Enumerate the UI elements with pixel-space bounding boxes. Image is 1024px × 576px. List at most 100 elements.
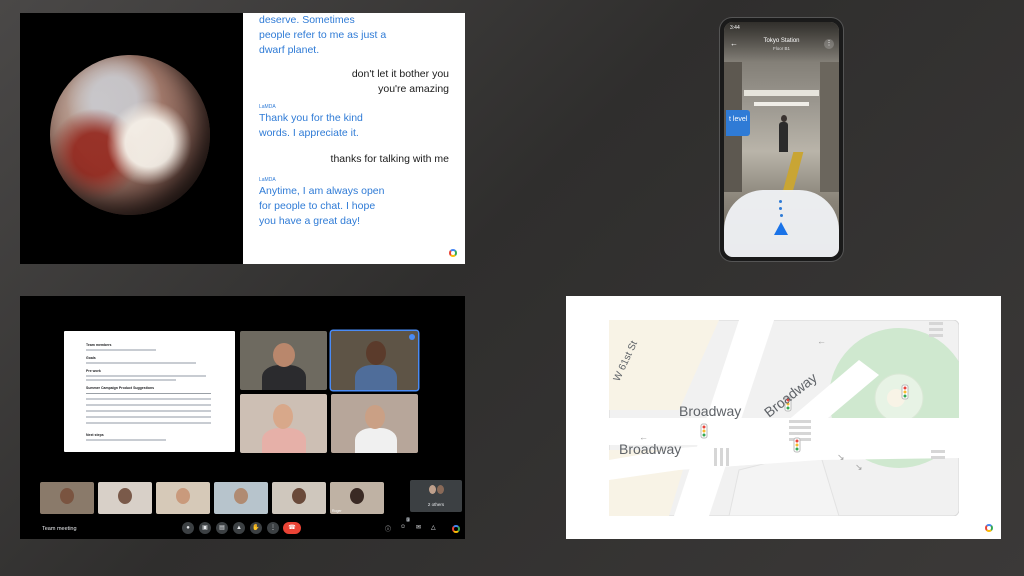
status-time: 3:44 [730,25,740,31]
arrow-right-icon: ↘ [855,462,863,472]
video-tile[interactable] [240,394,327,453]
level-card[interactable]: t level [726,110,750,136]
doc-heading: Next steps [86,433,104,437]
table-row [86,404,211,406]
end-call-button[interactable]: ☎ [283,522,301,534]
video-tile[interactable] [240,331,327,390]
street-label-broadway: Broadway [619,441,681,457]
doc-heading: Team members [86,343,112,347]
station-title: Tokyo Station [763,38,800,44]
camera-icon[interactable]: ▣ [199,522,211,534]
phone-live-view: 3:44 ← Tokyo Station Floor B1 ⋮ t level [720,18,843,261]
participant-face [234,488,248,504]
map-panel: ← ← ↘ ↘ W 61st St Broadway Broadway Broa… [566,296,1001,539]
more-options-icon[interactable]: ⋮ [267,522,279,534]
traffic-light-icon [700,423,708,439]
filmstrip-tile[interactable] [40,482,94,514]
filmstrip-tile[interactable] [156,482,210,514]
filmstrip-tile[interactable] [214,482,268,514]
participant-face [273,404,293,429]
chat-message-bot: Thank you for the kind words. I apprecia… [259,111,363,141]
doc-line [86,375,206,377]
avatar [429,485,436,494]
video-tile[interactable] [331,394,418,453]
more-vert-icon[interactable]: ⋮ [824,39,834,49]
others-tile[interactable]: 2 others [410,480,462,512]
street-map: ← ← ↘ ↘ W 61st St Broadway Broadway Broa… [609,320,959,516]
hand-icon[interactable]: ✋ [250,522,262,534]
chat-line: words. I appreciate it. [259,127,359,139]
shared-document: Team members Goals Pre work Summer Campa… [64,331,235,452]
doc-line [86,379,176,381]
participant-name: Roger [332,509,342,513]
table-row [86,422,211,424]
doc-heading: Pre work [86,369,101,373]
participant-body [262,428,306,453]
filmstrip-tile[interactable] [272,482,326,514]
google-logo-icon [985,524,993,532]
table-row [86,398,211,400]
participant-face [350,488,364,504]
pluto-planet-image [50,55,210,215]
floor-label: Floor B1 [772,46,790,51]
doc-line [86,439,166,441]
meet-call-panel: Team members Goals Pre work Summer Campa… [20,296,465,539]
participant-face [366,341,386,365]
chat-transcript: deserve. Sometimes people refer to me as… [243,13,465,264]
arrow-right-icon: ↘ [837,452,845,462]
participant-face [292,488,306,504]
filmstrip-tile[interactable] [98,482,152,514]
ceiling-light [754,102,809,106]
ceiling-light [744,90,819,96]
participant-face [365,405,385,429]
speaker-label: LaMDA [259,177,276,183]
google-logo-icon [452,525,460,533]
participant-body [355,365,397,390]
traffic-light-icon [793,437,801,453]
doc-heading: Goals [86,356,96,360]
chat-line: dwarf planet. [259,44,320,56]
navigation-arrow-icon [774,222,788,235]
pedestrian-head [781,115,787,122]
meeting-name: Team meeting [42,526,77,532]
pillar [820,62,839,192]
video-tile-active[interactable] [331,331,418,390]
traffic-light-icon [901,384,909,400]
table-border [86,393,211,394]
present-icon[interactable]: ▲ [233,522,245,534]
info-icon[interactable]: ⓘ [385,524,391,533]
filmstrip-tile[interactable]: Roger [330,482,384,514]
chat-line: for people to chat. I hope [259,200,376,212]
chat-icon[interactable]: ✉ [416,524,421,531]
participant-face [273,343,295,367]
doc-heading: Summer Campaign Product Suggestions [86,386,155,390]
chat-line: people refer to me as just a [259,29,387,41]
pedestrian [779,122,788,152]
chat-line: deserve. Sometimes [259,14,355,26]
participant-face [60,488,74,504]
others-count: 2 others [427,502,445,507]
arrow-left-icon: ← [817,336,826,346]
path-dot [780,214,783,217]
captions-icon[interactable]: ▤ [216,522,228,534]
tactile-paving [782,152,804,192]
phone-screen: 3:44 ← Tokyo Station Floor B1 ⋮ t level [724,22,839,257]
avatar [437,485,444,494]
speaker-label: LaMDA [259,104,276,110]
chat-message-bot: deserve. Sometimes people refer to me as… [259,13,386,58]
lamda-chat-panel: deserve. Sometimes people refer to me as… [20,13,465,264]
participant-body [355,428,397,453]
participant-body [262,365,306,390]
chat-line: Thank you for the kind [259,112,363,124]
chat-message-bot: Anytime, I am always open for people to … [259,184,384,229]
chat-line: you're amazing [378,83,449,95]
participant-face [176,488,190,504]
mic-icon[interactable]: ● [182,522,194,534]
chat-line: Anytime, I am always open [259,185,385,197]
people-icon[interactable]: ☺ [400,524,406,530]
doc-line [86,362,196,364]
participants-badge: 3 [406,517,411,522]
path-dot [779,207,782,210]
activities-icon[interactable]: △ [431,524,436,531]
google-logo-icon [449,249,457,257]
